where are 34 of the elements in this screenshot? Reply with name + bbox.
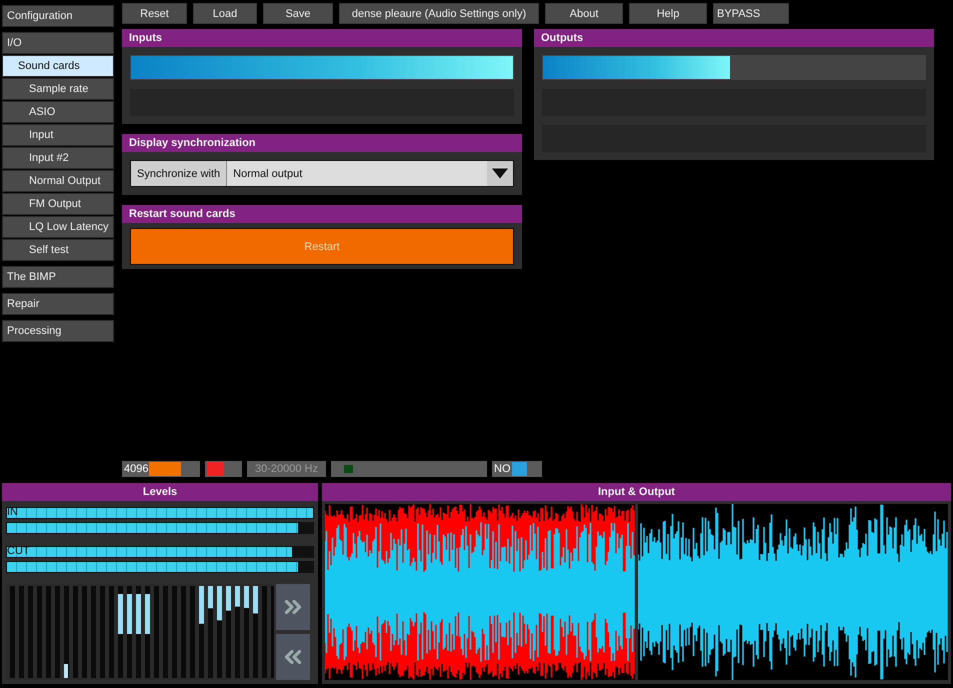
sidebar-item[interactable]: Sample rate [2,78,114,100]
bypass-button[interactable]: BYPASS [713,3,789,24]
sidebar-item[interactable]: ASIO [2,101,114,123]
panel-title: Input & Output [322,483,951,501]
status-label: NO [494,462,510,476]
panel-title: Inputs [122,29,522,47]
field-label: Synchronize with [131,161,228,186]
toolbar-button[interactable]: Load [193,3,257,24]
panel-title: Display synchronization [122,134,522,152]
sidebar-item[interactable]: Repair [2,293,114,315]
toolbar-button[interactable]: Reset [122,3,187,24]
sync-dropdown[interactable]: Normal output [227,161,513,186]
toolbar-button[interactable]: dense pleaure (Audio Settings only) [339,3,539,24]
back-button[interactable] [276,634,310,680]
panel-title: Levels [2,483,318,501]
sidebar-item[interactable]: Sound cards [2,55,114,77]
sidebar-item[interactable]: Normal Output [2,170,114,192]
toolbar-button[interactable]: Help [629,3,707,24]
frequency-range: 30-20000 Hz [247,461,326,477]
sidebar-item[interactable]: LQ Low Latency [2,216,114,238]
sidebar-item[interactable]: Input [2,124,114,146]
sidebar-item[interactable]: Processing [2,320,114,342]
sidebar-item[interactable]: FM Output [2,193,114,215]
status-label: 4096 [124,462,148,476]
sidebar-item[interactable]: Configuration [2,5,114,27]
toolbar-button[interactable]: Save [263,3,333,24]
forward-button[interactable] [276,584,310,630]
toolbar-button[interactable]: About [545,3,623,24]
sidebar-item[interactable]: Input #2 [2,147,114,169]
sidebar-item[interactable]: I/O [2,32,114,54]
panel-title: Outputs [534,29,934,47]
sidebar-item[interactable]: The BIMP [2,266,114,288]
sidebar-item[interactable]: Self test [2,239,114,261]
panel-title: Restart sound cards [122,205,522,223]
